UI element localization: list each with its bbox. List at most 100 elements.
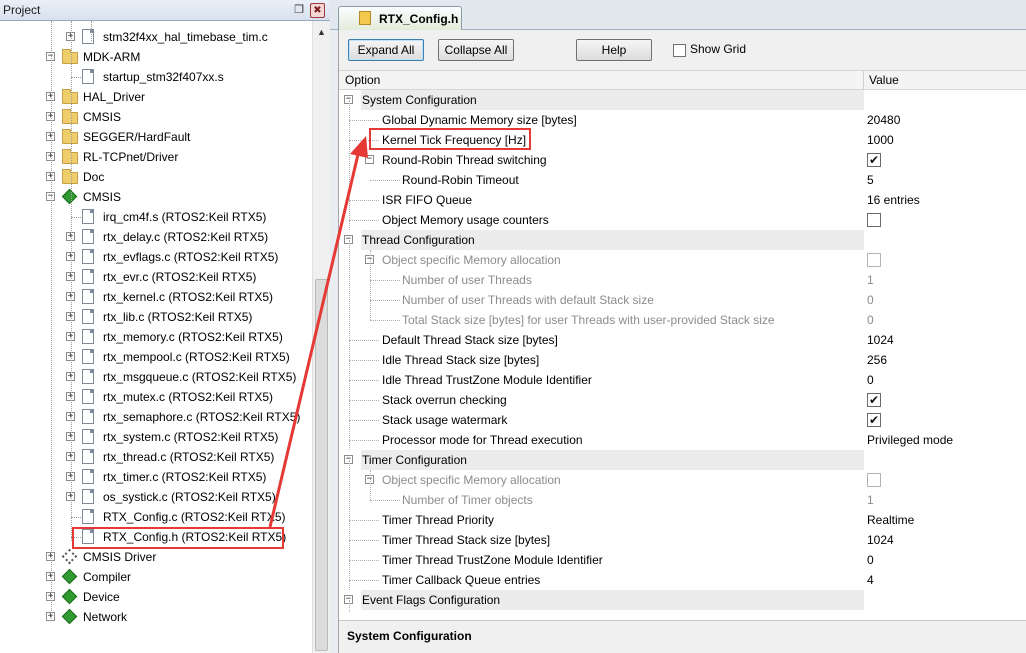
- tree-item[interactable]: + rtx_evr.c (RTOS2:Keil RTX5): [0, 267, 312, 287]
- tree-item[interactable]: + rtx_timer.c (RTOS2:Keil RTX5): [0, 467, 312, 487]
- option-value[interactable]: Realtime: [867, 510, 914, 530]
- file-icon: [82, 449, 94, 464]
- tree-item[interactable]: + rtx_msgqueue.c (RTOS2:Keil RTX5): [0, 367, 312, 387]
- tree-item[interactable]: + SEGGER/HardFault: [0, 127, 312, 147]
- tree-item[interactable]: RTX_Config.c (RTOS2:Keil RTX5): [0, 507, 312, 527]
- grid-option-row[interactable]: Round-Robin Timeout 5: [339, 170, 1026, 190]
- tree-item[interactable]: + CMSIS Driver: [0, 547, 312, 567]
- tree-item[interactable]: + HAL_Driver: [0, 87, 312, 107]
- tree-item[interactable]: + rtx_semaphore.c (RTOS2:Keil RTX5): [0, 407, 312, 427]
- tree-item[interactable]: + Device: [0, 587, 312, 607]
- tree-item[interactable]: + rtx_lib.c (RTOS2:Keil RTX5): [0, 307, 312, 327]
- unchecked-checkbox[interactable]: [867, 213, 881, 227]
- grid-section-row[interactable]: − Event Flags Configuration: [339, 590, 1026, 610]
- tree-item[interactable]: + Compiler: [0, 567, 312, 587]
- grid-option-row[interactable]: Timer Thread TrustZone Module Identifier…: [339, 550, 1026, 570]
- grid-option-row[interactable]: Number of Timer objects 1: [339, 490, 1026, 510]
- grid-option-row[interactable]: Object Memory usage counters: [339, 210, 1026, 230]
- grid-option-row[interactable]: ISR FIFO Queue 16 entries: [339, 190, 1026, 210]
- tree-item[interactable]: + RL-TCPnet/Driver: [0, 147, 312, 167]
- grid-option-row[interactable]: Idle Thread TrustZone Module Identifier 0: [339, 370, 1026, 390]
- tree-item[interactable]: + rtx_thread.c (RTOS2:Keil RTX5): [0, 447, 312, 467]
- component-diamond-gray-icon: [61, 548, 78, 565]
- unchecked-checkbox[interactable]: [867, 253, 881, 267]
- grid-option-row[interactable]: Processor mode for Thread execution Privi…: [339, 430, 1026, 450]
- file-icon: [82, 389, 94, 404]
- checked-checkbox[interactable]: ✔: [867, 393, 881, 407]
- header-file-icon: [359, 11, 371, 25]
- tree-item[interactable]: + rtx_mutex.c (RTOS2:Keil RTX5): [0, 387, 312, 407]
- project-scrollbar[interactable]: ▲: [312, 21, 330, 653]
- option-value[interactable]: 5: [867, 170, 874, 190]
- checked-checkbox[interactable]: ✔: [867, 413, 881, 427]
- tab-rtx-config-h[interactable]: RTX_Config.h: [338, 6, 462, 30]
- grid-connector: [349, 360, 379, 361]
- pin-icon[interactable]: ❒: [292, 3, 306, 17]
- grid-option-row[interactable]: Total Stack size [bytes] for user Thread…: [339, 310, 1026, 330]
- option-value[interactable]: 1: [867, 490, 874, 510]
- grid-option-row[interactable]: Stack overrun checking ✔: [339, 390, 1026, 410]
- tree-item[interactable]: − CMSIS: [0, 187, 312, 207]
- grid-option-row[interactable]: −Object specific Memory allocation: [339, 250, 1026, 270]
- scroll-thumb[interactable]: [315, 279, 328, 651]
- tree-item[interactable]: + rtx_delay.c (RTOS2:Keil RTX5): [0, 227, 312, 247]
- grid-option-row[interactable]: Global Dynamic Memory size [bytes] 20480: [339, 110, 1026, 130]
- option-value[interactable]: 0: [867, 550, 874, 570]
- tree-item[interactable]: + os_systick.c (RTOS2:Keil RTX5): [0, 487, 312, 507]
- component-diamond-icon: [61, 188, 78, 205]
- tree-item[interactable]: + Network: [0, 607, 312, 627]
- option-label: Timer Callback Queue entries: [382, 573, 541, 587]
- grid-section-row[interactable]: − Timer Configuration: [339, 450, 1026, 470]
- grid-option-row[interactable]: Timer Thread Priority Realtime: [339, 510, 1026, 530]
- grid-option-row[interactable]: Timer Callback Queue entries 4: [339, 570, 1026, 590]
- show-grid-checkbox[interactable]: [673, 44, 686, 57]
- option-value[interactable]: 256: [867, 350, 887, 370]
- tree-item[interactable]: + rtx_memory.c (RTOS2:Keil RTX5): [0, 327, 312, 347]
- tree-item[interactable]: + rtx_kernel.c (RTOS2:Keil RTX5): [0, 287, 312, 307]
- option-value[interactable]: 16 entries: [867, 190, 920, 210]
- grid-option-row[interactable]: −Object specific Memory allocation: [339, 470, 1026, 490]
- grid-option-row[interactable]: − Round-Robin Thread switching ✔: [339, 150, 1026, 170]
- grid-section-row[interactable]: − Thread Configuration: [339, 230, 1026, 250]
- grid-option-row[interactable]: Idle Thread Stack size [bytes] 256: [339, 350, 1026, 370]
- option-value[interactable]: 1024: [867, 530, 894, 550]
- option-value[interactable]: 1000: [867, 130, 894, 150]
- grid-option-row[interactable]: Number of user Threads with default Stac…: [339, 290, 1026, 310]
- option-value[interactable]: 1: [867, 270, 874, 290]
- rtx-config-h-highlight: [72, 527, 284, 549]
- scroll-up-arrow-icon[interactable]: ▲: [313, 24, 330, 41]
- option-value[interactable]: 0: [867, 370, 874, 390]
- grid-option-row[interactable]: −Object specific Memory allocation: [339, 610, 1026, 613]
- expand-all-button[interactable]: Expand All: [348, 39, 424, 61]
- collapse-all-button[interactable]: Collapse All: [438, 39, 514, 61]
- option-value[interactable]: 0: [867, 310, 874, 330]
- option-value[interactable]: Privileged mode: [867, 430, 953, 450]
- grid-option-row[interactable]: Number of user Threads 1: [339, 270, 1026, 290]
- option-grid: − System Configuration Global Dynamic Memo…: [339, 90, 1026, 613]
- collapse-icon[interactable]: −: [365, 155, 374, 164]
- grid-option-row[interactable]: Default Thread Stack size [bytes] 1024: [339, 330, 1026, 350]
- tree-item[interactable]: + rtx_mempool.c (RTOS2:Keil RTX5): [0, 347, 312, 367]
- option-value[interactable]: 1024: [867, 330, 894, 350]
- grid-option-row[interactable]: Stack usage watermark ✔: [339, 410, 1026, 430]
- tree-item[interactable]: startup_stm32f407xx.s: [0, 67, 312, 87]
- tree-item[interactable]: − MDK-ARM: [0, 47, 312, 67]
- close-icon[interactable]: ✖: [310, 3, 325, 18]
- option-value[interactable]: 0: [867, 290, 874, 310]
- tree-item[interactable]: + stm32f4xx_hal_timebase_tim.c: [0, 27, 312, 47]
- option-value[interactable]: 20480: [867, 110, 900, 130]
- help-button[interactable]: Help: [576, 39, 652, 61]
- grid-option-row[interactable]: Timer Thread Stack size [bytes] 1024: [339, 530, 1026, 550]
- checked-checkbox[interactable]: ✔: [867, 153, 881, 167]
- tree-item[interactable]: + CMSIS: [0, 107, 312, 127]
- grid-section-row[interactable]: − System Configuration: [339, 90, 1026, 110]
- tree-item[interactable]: irq_cm4f.s (RTOS2:Keil RTX5): [0, 207, 312, 227]
- tree-item[interactable]: + rtx_evflags.c (RTOS2:Keil RTX5): [0, 247, 312, 267]
- column-divider[interactable]: [863, 71, 864, 91]
- option-value[interactable]: 4: [867, 570, 874, 590]
- grid-guide-line: [349, 240, 350, 450]
- unchecked-checkbox[interactable]: [867, 473, 881, 487]
- description-pane: System Configuration: [339, 620, 1026, 653]
- tree-item[interactable]: + rtx_system.c (RTOS2:Keil RTX5): [0, 427, 312, 447]
- tree-item[interactable]: + Doc: [0, 167, 312, 187]
